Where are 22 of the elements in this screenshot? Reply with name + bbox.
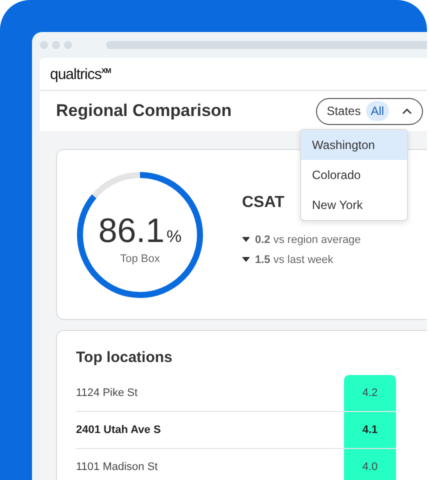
location-name: 2401 Utah Ave S [76,424,162,436]
metric-value: 86.1 [98,212,165,251]
filter-value: All [366,101,390,121]
score-cell: 4.1 [344,412,396,448]
metric-title: CSAT [242,194,284,212]
score-cell: 4.2 [344,375,396,411]
delta-text: 0.2 vs region average [255,234,361,246]
card-title: Top locations [76,349,172,366]
page-title: Regional Comparison [56,101,232,121]
logo: qualtrics$^{XM}$ [50,66,111,82]
address-bar[interactable] [106,41,427,49]
delta-text: 1.5 vs last week [255,254,334,266]
menu-option[interactable]: Colorado [301,160,407,190]
filter-label: States [326,104,361,118]
menu-option[interactable]: Washington [301,130,407,160]
location-name: 1124 Pike St [76,387,139,399]
menu-option[interactable]: New York [301,190,407,220]
metric-unit: % [166,227,182,247]
states-filter[interactable]: States All [316,98,424,124]
metric-caption: Top Box [120,253,160,265]
location-name: 1101 Madison St [76,461,159,473]
score-cell: 4.0 [344,449,396,480]
